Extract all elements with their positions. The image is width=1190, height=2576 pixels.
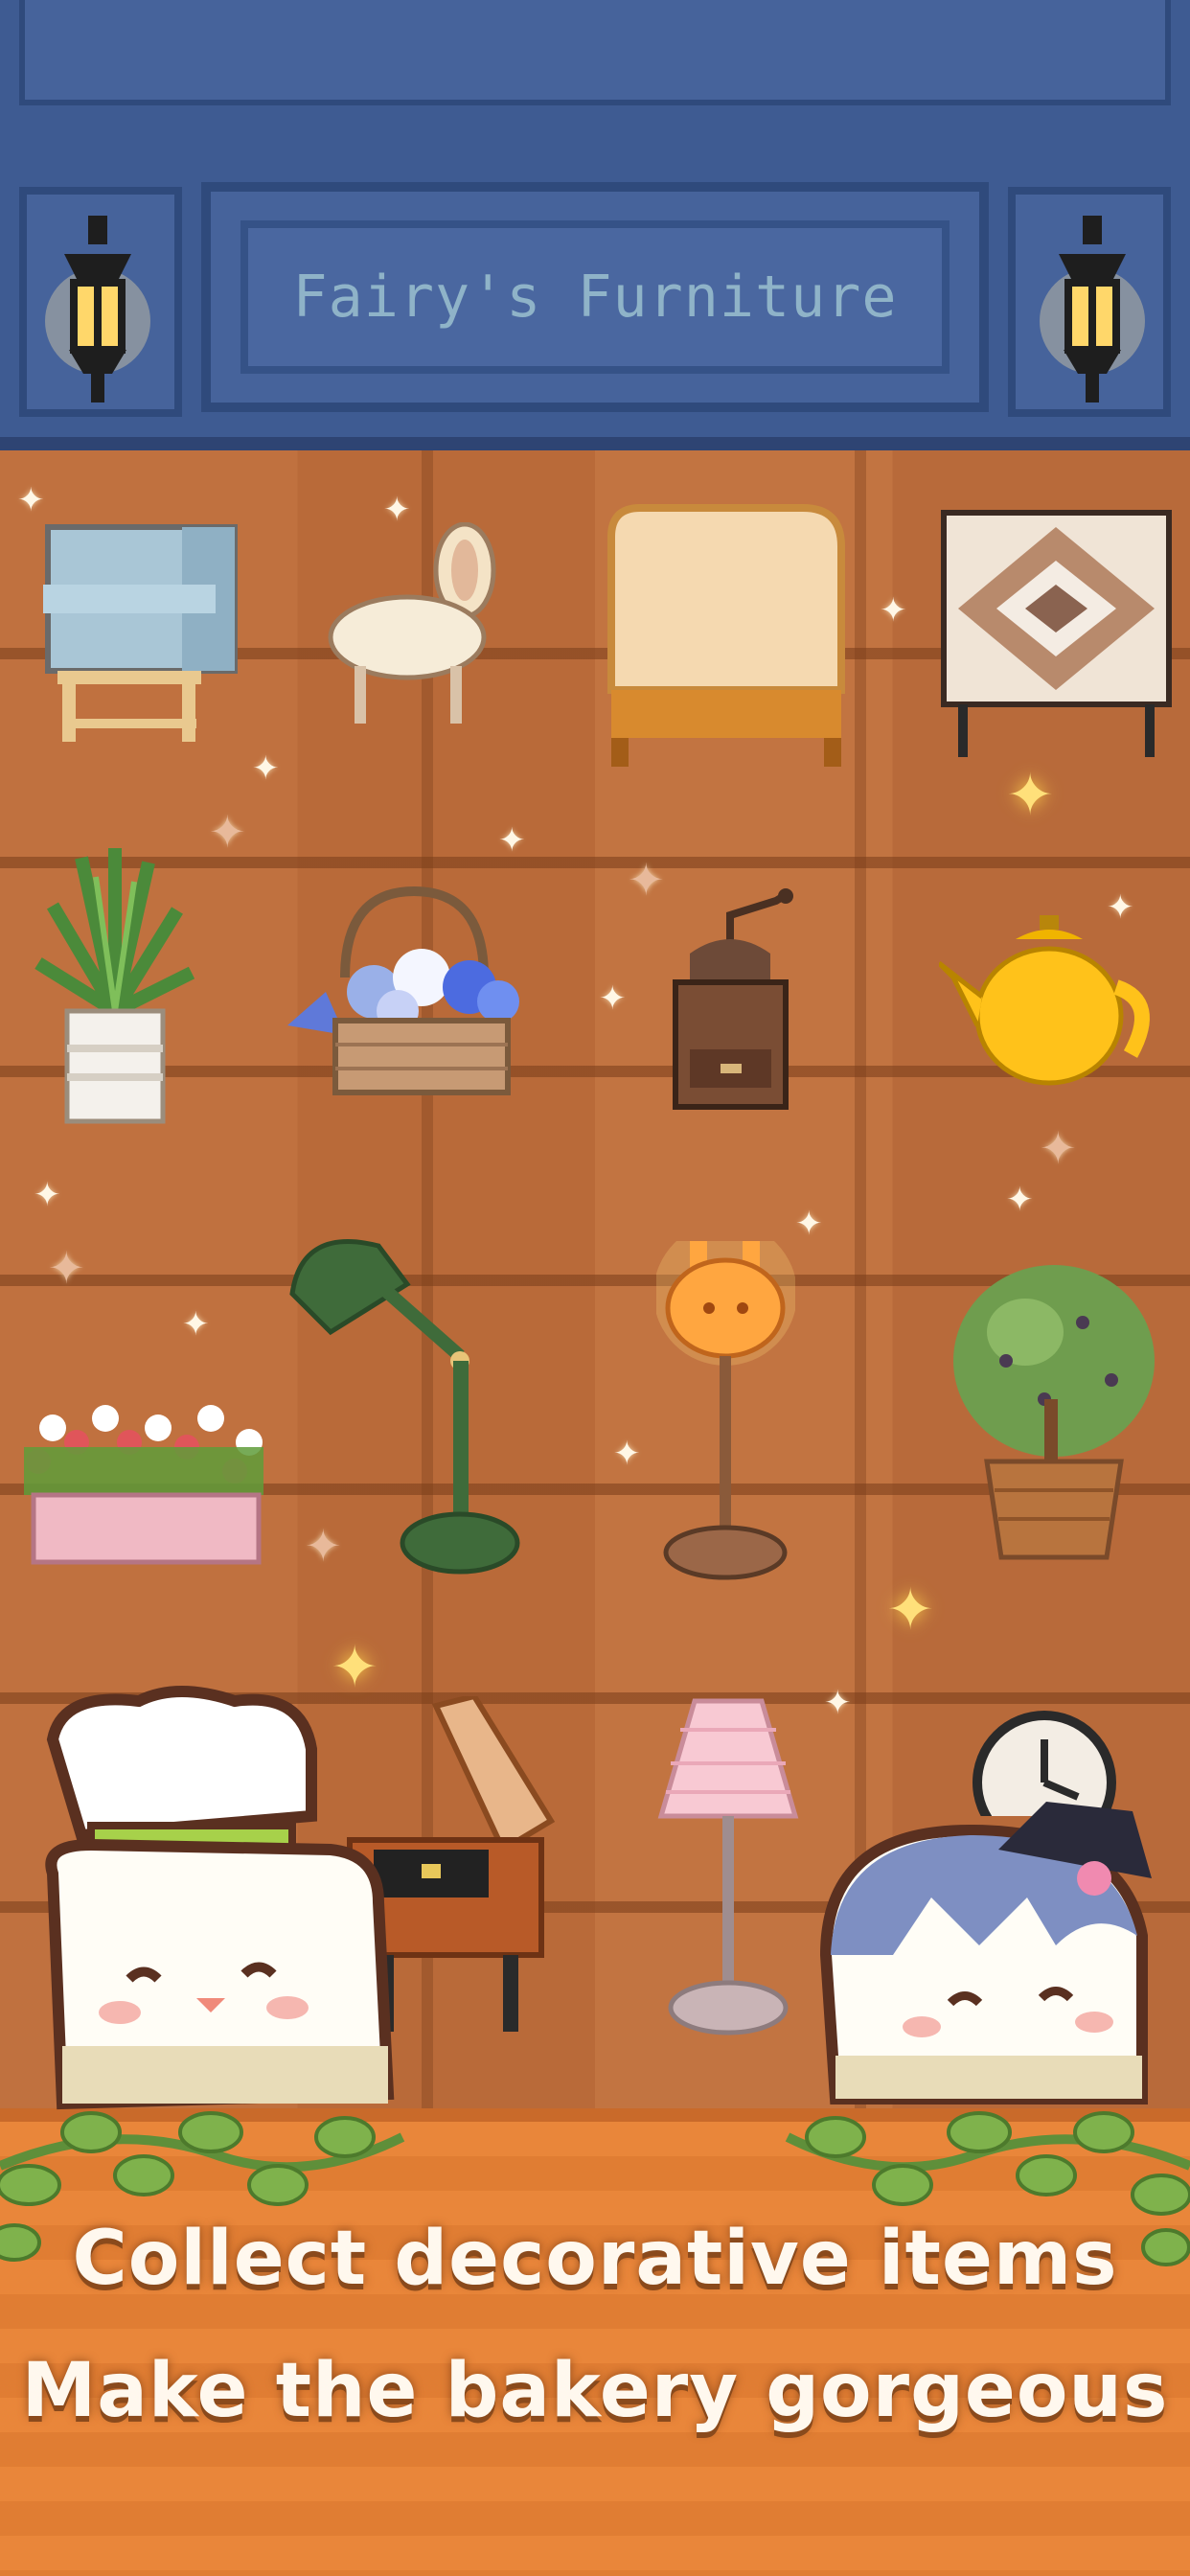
tree-icon[interactable]	[949, 1255, 1159, 1562]
sparkle-icon: ✦	[182, 1305, 210, 1344]
sparkle-icon: ✦	[880, 591, 907, 630]
bed-icon[interactable]	[602, 498, 851, 771]
promo-caption-line-1: Collect decorative items	[72, 2216, 1118, 2302]
floor-lamp-icon[interactable]	[656, 1241, 795, 1581]
armchair-icon[interactable]	[38, 518, 244, 748]
sparkle-icon: ✦	[498, 821, 526, 860]
sparkle-icon: ✦	[1006, 1181, 1034, 1219]
screen-icon[interactable]	[939, 508, 1174, 767]
wall-lantern-icon	[45, 216, 150, 402]
flowerbox-icon[interactable]	[14, 1390, 273, 1567]
sparkle-icon: ✦	[17, 481, 45, 519]
sparkle-icon: ✦	[209, 806, 246, 858]
plant-icon[interactable]	[24, 839, 206, 1131]
sparkle-icon: ✦	[628, 854, 665, 906]
witch-cat-character-icon[interactable]	[807, 1792, 1171, 2108]
sign-plate-inner: Fairy's Furniture	[240, 220, 950, 374]
sparkle-icon: ✦	[48, 1242, 85, 1294]
shop-signboard: Fairy's Furniture	[0, 0, 1190, 450]
promo-caption-line-2: Make the bakery gorgeous	[21, 2348, 1169, 2434]
wall-lantern-icon	[1040, 216, 1145, 402]
sparkle-icon: ✦	[252, 749, 280, 788]
sparkle-icon: ✦	[34, 1176, 61, 1214]
chair-icon[interactable]	[326, 522, 517, 733]
sparkle-icon: ✦	[599, 979, 627, 1018]
sparkle-icon: ✦	[795, 1205, 823, 1243]
grinder-icon[interactable]	[661, 886, 800, 1112]
sign-top-panel	[19, 0, 1171, 105]
floor-lamp-icon[interactable]	[652, 1691, 805, 2041]
shop-title: Fairy's Furniture	[292, 264, 898, 331]
sparkle-icon: ✦	[824, 1684, 852, 1722]
sign-plate: Fairy's Furniture	[201, 182, 989, 412]
sparkle-icon: ✦	[1006, 762, 1055, 829]
chef-cat-character-icon[interactable]	[24, 1682, 407, 2123]
sparkle-icon: ✦	[613, 1435, 641, 1473]
sparkle-icon: ✦	[305, 1520, 342, 1572]
basket-icon[interactable]	[287, 882, 541, 1097]
sparkle-icon: ✦	[886, 1576, 935, 1644]
sparkle-icon: ✦	[383, 491, 411, 529]
teapot-icon[interactable]	[939, 910, 1164, 1088]
sparkle-icon: ✦	[1040, 1122, 1077, 1174]
sparkle-icon: ✦	[1107, 888, 1134, 927]
